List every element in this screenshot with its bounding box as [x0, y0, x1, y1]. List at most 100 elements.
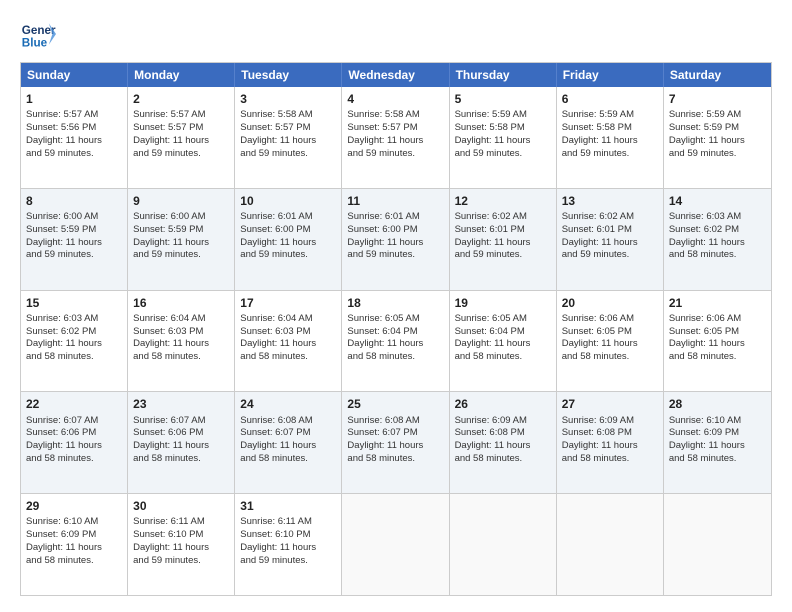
calendar-row: 8Sunrise: 6:00 AMSunset: 5:59 PMDaylight… — [21, 188, 771, 290]
calendar-cell: 9Sunrise: 6:00 AMSunset: 5:59 PMDaylight… — [128, 189, 235, 290]
calendar-cell — [342, 494, 449, 595]
day-info-line: Sunset: 6:10 PM — [240, 529, 336, 542]
day-info-line: Daylight: 11 hours — [133, 440, 229, 453]
day-info-line: and 59 minutes. — [26, 249, 122, 262]
day-info-line: Sunrise: 5:59 AM — [455, 109, 551, 122]
day-info-line: and 59 minutes. — [133, 555, 229, 568]
day-number: 15 — [26, 295, 122, 311]
day-info-line: Sunset: 6:09 PM — [26, 529, 122, 542]
day-info-line: and 59 minutes. — [26, 148, 122, 161]
day-number: 1 — [26, 91, 122, 107]
day-info-line: Sunrise: 6:00 AM — [26, 211, 122, 224]
day-info-line: Daylight: 11 hours — [562, 135, 658, 148]
page: General Blue SundayMondayTuesdayWednesda… — [0, 0, 792, 612]
day-info-line: and 59 minutes. — [455, 249, 551, 262]
day-info-line: Sunset: 6:00 PM — [347, 224, 443, 237]
day-info-line: Sunset: 6:08 PM — [562, 427, 658, 440]
header: General Blue — [20, 16, 772, 52]
day-info-line: Sunset: 6:06 PM — [133, 427, 229, 440]
day-info-line: Daylight: 11 hours — [562, 338, 658, 351]
calendar-cell — [557, 494, 664, 595]
day-number: 19 — [455, 295, 551, 311]
day-info-line: and 58 minutes. — [26, 453, 122, 466]
calendar-cell: 10Sunrise: 6:01 AMSunset: 6:00 PMDayligh… — [235, 189, 342, 290]
calendar-cell: 6Sunrise: 5:59 AMSunset: 5:58 PMDaylight… — [557, 87, 664, 188]
day-info-line: Sunset: 6:01 PM — [455, 224, 551, 237]
calendar-row: 29Sunrise: 6:10 AMSunset: 6:09 PMDayligh… — [21, 493, 771, 595]
day-info-line: and 59 minutes. — [347, 249, 443, 262]
calendar-cell: 3Sunrise: 5:58 AMSunset: 5:57 PMDaylight… — [235, 87, 342, 188]
day-info-line: Sunrise: 6:05 AM — [455, 313, 551, 326]
day-info-line: Sunset: 5:58 PM — [455, 122, 551, 135]
day-info-line: Sunrise: 6:08 AM — [347, 415, 443, 428]
calendar-cell: 15Sunrise: 6:03 AMSunset: 6:02 PMDayligh… — [21, 291, 128, 392]
day-info-line: Sunrise: 6:07 AM — [133, 415, 229, 428]
day-info-line: Sunrise: 6:00 AM — [133, 211, 229, 224]
day-info-line: Daylight: 11 hours — [26, 338, 122, 351]
header-day-tuesday: Tuesday — [235, 63, 342, 87]
day-info-line: Sunset: 6:06 PM — [26, 427, 122, 440]
day-info-line: Sunrise: 6:08 AM — [240, 415, 336, 428]
day-info-line: Sunrise: 6:01 AM — [347, 211, 443, 224]
day-number: 29 — [26, 498, 122, 514]
calendar-cell: 5Sunrise: 5:59 AMSunset: 5:58 PMDaylight… — [450, 87, 557, 188]
day-info-line: and 58 minutes. — [669, 249, 766, 262]
day-info-line: Sunrise: 5:57 AM — [133, 109, 229, 122]
day-number: 17 — [240, 295, 336, 311]
day-info-line: Sunrise: 5:57 AM — [26, 109, 122, 122]
day-info-line: Daylight: 11 hours — [347, 440, 443, 453]
svg-text:Blue: Blue — [22, 37, 48, 50]
day-info-line: Daylight: 11 hours — [347, 135, 443, 148]
day-info-line: Sunrise: 6:03 AM — [26, 313, 122, 326]
day-info-line: and 59 minutes. — [347, 148, 443, 161]
day-info-line: Daylight: 11 hours — [26, 542, 122, 555]
day-info-line: and 58 minutes. — [26, 555, 122, 568]
day-info-line: Sunset: 5:59 PM — [133, 224, 229, 237]
day-info-line: and 59 minutes. — [240, 555, 336, 568]
day-info-line: Daylight: 11 hours — [240, 542, 336, 555]
day-number: 10 — [240, 193, 336, 209]
day-info-line: Sunrise: 5:58 AM — [240, 109, 336, 122]
day-number: 3 — [240, 91, 336, 107]
day-info-line: Sunrise: 6:04 AM — [240, 313, 336, 326]
day-info-line: Sunset: 6:04 PM — [455, 326, 551, 339]
calendar-row: 1Sunrise: 5:57 AMSunset: 5:56 PMDaylight… — [21, 87, 771, 188]
header-day-sunday: Sunday — [21, 63, 128, 87]
day-info-line: and 58 minutes. — [240, 453, 336, 466]
day-info-line: and 59 minutes. — [562, 148, 658, 161]
calendar-cell: 13Sunrise: 6:02 AMSunset: 6:01 PMDayligh… — [557, 189, 664, 290]
day-info-line: and 58 minutes. — [347, 351, 443, 364]
calendar-cell: 20Sunrise: 6:06 AMSunset: 6:05 PMDayligh… — [557, 291, 664, 392]
day-info-line: Daylight: 11 hours — [455, 338, 551, 351]
day-info-line: Daylight: 11 hours — [240, 440, 336, 453]
day-info-line: and 58 minutes. — [133, 453, 229, 466]
calendar-cell: 29Sunrise: 6:10 AMSunset: 6:09 PMDayligh… — [21, 494, 128, 595]
day-info-line: Sunset: 6:10 PM — [133, 529, 229, 542]
day-info-line: Daylight: 11 hours — [133, 542, 229, 555]
logo: General Blue — [20, 16, 60, 52]
calendar-cell: 26Sunrise: 6:09 AMSunset: 6:08 PMDayligh… — [450, 392, 557, 493]
day-info-line: Sunset: 6:07 PM — [347, 427, 443, 440]
header-day-friday: Friday — [557, 63, 664, 87]
day-number: 22 — [26, 396, 122, 412]
day-info-line: Daylight: 11 hours — [562, 440, 658, 453]
day-info-line: Sunset: 5:56 PM — [26, 122, 122, 135]
day-number: 2 — [133, 91, 229, 107]
day-number: 31 — [240, 498, 336, 514]
day-info-line: Sunset: 5:57 PM — [347, 122, 443, 135]
day-info-line: and 58 minutes. — [133, 351, 229, 364]
calendar-header: SundayMondayTuesdayWednesdayThursdayFrid… — [21, 63, 771, 87]
day-number: 6 — [562, 91, 658, 107]
day-info-line: Sunrise: 5:58 AM — [347, 109, 443, 122]
day-info-line: Sunrise: 6:09 AM — [455, 415, 551, 428]
calendar-cell: 4Sunrise: 5:58 AMSunset: 5:57 PMDaylight… — [342, 87, 449, 188]
day-info-line: and 58 minutes. — [562, 453, 658, 466]
day-info-line: Daylight: 11 hours — [240, 338, 336, 351]
day-info-line: Sunset: 6:09 PM — [669, 427, 766, 440]
day-info-line: Sunset: 6:05 PM — [562, 326, 658, 339]
day-number: 26 — [455, 396, 551, 412]
day-number: 24 — [240, 396, 336, 412]
day-number: 12 — [455, 193, 551, 209]
day-info-line: Daylight: 11 hours — [562, 237, 658, 250]
day-number: 23 — [133, 396, 229, 412]
